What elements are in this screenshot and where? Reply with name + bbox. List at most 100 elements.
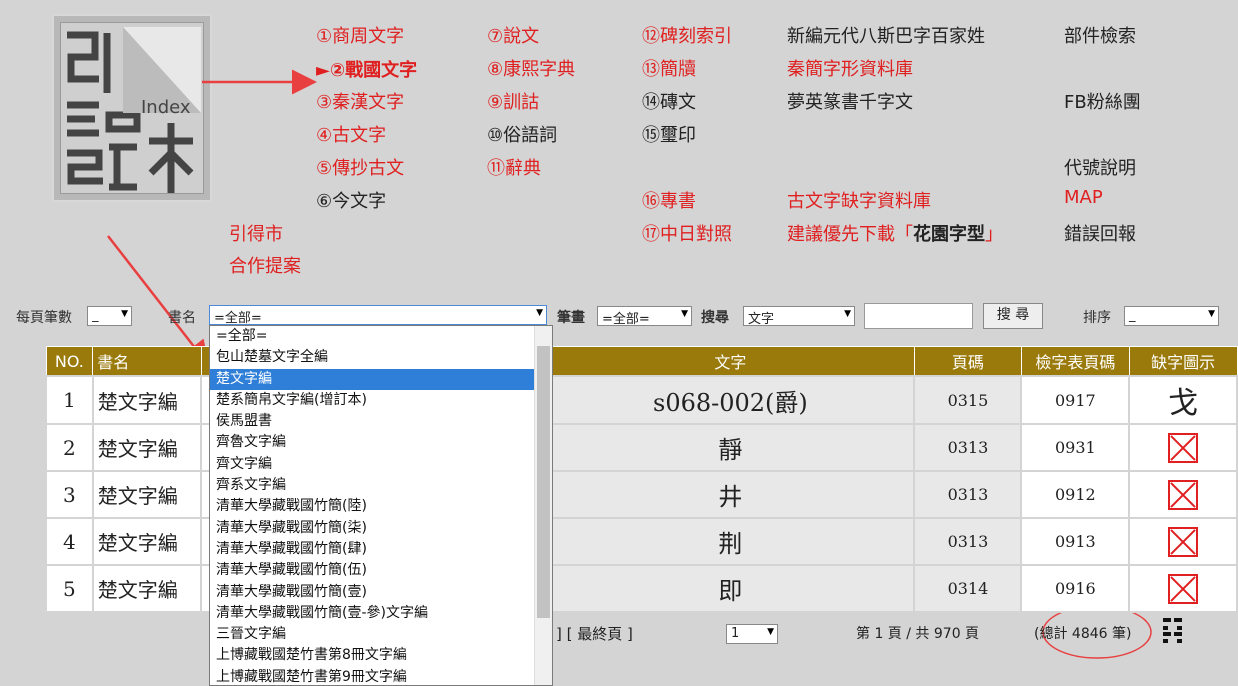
search-type-select[interactable]: 文字 xyxy=(743,306,855,326)
dropdown-option[interactable]: 包山楚墓文字全編 xyxy=(210,347,552,368)
nav-shuowen[interactable]: ⑦說文 xyxy=(487,22,539,48)
dropdown-option[interactable]: 清華大學藏戰國竹簡(壹) xyxy=(210,582,552,603)
page-status: 第 1 頁 / 共 970 頁 xyxy=(856,626,980,642)
col-missing-image: 缺字圖示 xyxy=(1128,346,1238,377)
cell-missing-image: 戈 xyxy=(1128,375,1238,425)
search-button[interactable]: 搜 尋 xyxy=(983,303,1043,329)
cell-page: 0313 xyxy=(913,517,1023,566)
nav-error-report[interactable]: 錯誤回報 xyxy=(1064,220,1136,246)
cell-page: 0313 xyxy=(913,470,1023,519)
cell-no: 3 xyxy=(45,470,94,519)
cell-book: 楚文字編 xyxy=(91,375,203,425)
col-page: 頁碼 xyxy=(913,346,1022,377)
dropdown-option[interactable]: 齊系文字編 xyxy=(210,475,552,496)
dropdown-scrollbar-thumb[interactable] xyxy=(537,346,550,618)
cell-index-page: 0916 xyxy=(1020,564,1131,613)
cell-char: 即 xyxy=(545,564,916,613)
stroke-select[interactable]: =全部= xyxy=(597,306,692,326)
dropdown-option[interactable]: 楚文字編 xyxy=(210,368,552,390)
nav-seals[interactable]: ⑮璽印 xyxy=(642,121,696,147)
cell-index-page: 0912 xyxy=(1020,470,1131,519)
font-download-link[interactable]: 花園字型 xyxy=(913,224,985,245)
nav-brick-script[interactable]: ⑭磚文 xyxy=(642,88,696,114)
dropdown-option[interactable]: 齊文字編 xyxy=(210,454,552,475)
cell-missing-image xyxy=(1128,423,1238,472)
dropdown-option[interactable]: 清華大學藏戰國竹簡(伍) xyxy=(210,560,552,581)
cell-missing-image xyxy=(1128,470,1238,519)
book-label: 書名 xyxy=(168,310,196,326)
dropdown-option[interactable]: 清華大學藏戰國竹簡(壹-參)文字編 xyxy=(210,603,552,624)
nav-monographs[interactable]: ⑯專書 xyxy=(642,187,696,213)
nav-missing-char-database[interactable]: 古文字缺字資料庫 xyxy=(787,187,931,213)
nav-warring-states[interactable]: ►②戰國文字 xyxy=(316,56,417,82)
missing-glyph-icon xyxy=(1168,526,1199,557)
cell-book: 楚文字編 xyxy=(91,470,203,519)
dropdown-scrollbar[interactable] xyxy=(534,326,552,685)
page-select[interactable]: 1 xyxy=(726,624,778,644)
per-page-label: 每頁筆數 xyxy=(16,310,72,326)
sort-label: 排序 xyxy=(1083,310,1111,326)
cell-missing-image xyxy=(1128,517,1238,566)
font-download-notice[interactable]: 建議優先下載「花園字型」 xyxy=(787,220,1003,246)
nav-map[interactable]: MAP xyxy=(1064,187,1103,208)
dropdown-option[interactable]: 清華大學藏戰國竹簡(肆) xyxy=(210,539,552,560)
dropdown-option[interactable]: 上博藏戰國楚竹書第9冊文字編 xyxy=(210,667,552,685)
dropdown-options: =全部= 包山楚墓文字全編 楚文字編 楚系簡帛文字編(增訂本) 侯馬盟書 齊魯文字編 齊文字… xyxy=(210,326,552,685)
last-page-link[interactable]: ] [ 最終頁 ] xyxy=(556,623,633,644)
search-label: 搜尋 xyxy=(701,310,729,326)
nav-code-explanation[interactable]: 代號說明 xyxy=(1064,154,1136,180)
nav-sino-japanese[interactable]: ⑰中日對照 xyxy=(642,220,732,246)
cell-no: 4 xyxy=(45,517,94,566)
cell-no: 2 xyxy=(45,423,94,472)
cell-char: s068-002(爵) xyxy=(545,375,916,425)
missing-glyph-icon xyxy=(1168,479,1199,510)
nav-qin-slip-database[interactable]: 秦簡字形資料庫 xyxy=(787,55,913,81)
dropdown-option[interactable]: =全部= xyxy=(210,326,552,347)
col-book: 書名 xyxy=(92,346,202,377)
nav-colloquial[interactable]: ⑩俗語詞 xyxy=(487,121,557,147)
nav-yindeshi[interactable]: 引得市 xyxy=(229,220,283,246)
cell-page: 0315 xyxy=(913,375,1023,425)
dropdown-option[interactable]: 清華大學藏戰國竹簡(柒) xyxy=(210,518,552,539)
nav-mengying-seal-text[interactable]: 夢英篆書千字文 xyxy=(787,88,913,114)
cell-no: 5 xyxy=(45,564,94,613)
nav-ancient-script[interactable]: ④古文字 xyxy=(316,121,386,147)
dropdown-option[interactable]: 上博藏戰國楚竹書第8冊文字編 xyxy=(210,645,552,666)
nav-dictionary[interactable]: ⑪辭典 xyxy=(487,154,541,180)
nav-cooperation[interactable]: 合作提案 xyxy=(229,252,301,278)
col-no: NO. xyxy=(45,346,94,377)
sort-select[interactable]: _ xyxy=(1124,306,1219,326)
nav-stele-index[interactable]: ⑫碑刻索引 xyxy=(642,22,732,48)
dropdown-option[interactable]: 三晉文字編 xyxy=(210,624,552,645)
cell-page: 0313 xyxy=(913,423,1023,472)
dropdown-option[interactable]: 齊魯文字編 xyxy=(210,432,552,453)
cell-char: 井 xyxy=(545,470,916,519)
grid-view-icon[interactable] xyxy=(1163,618,1183,644)
book-select[interactable]: =全部= xyxy=(209,305,547,325)
dropdown-option[interactable]: 侯馬盟書 xyxy=(210,411,552,432)
nav-shang-zhou[interactable]: ①商周文字 xyxy=(316,22,404,48)
cell-no: 1 xyxy=(45,375,94,425)
cell-book: 楚文字編 xyxy=(91,517,203,566)
cell-char: 靜 xyxy=(545,423,916,472)
total-count: (總計 4846 筆) xyxy=(1034,626,1132,642)
cell-char: 荆 xyxy=(545,517,916,566)
nav-component-search[interactable]: 部件檢索 xyxy=(1064,22,1136,48)
nav-bamboo-slips[interactable]: ⑬簡牘 xyxy=(642,55,696,81)
nav-fb-fans[interactable]: FB粉絲團 xyxy=(1064,88,1141,114)
book-dropdown-list[interactable]: =全部= 包山楚墓文字全編 楚文字編 楚系簡帛文字編(增訂本) 侯馬盟書 齊魯文字編 齊文字… xyxy=(209,325,553,686)
nav-transmitted-ancient[interactable]: ⑤傳抄古文 xyxy=(316,154,404,180)
dropdown-option[interactable]: 清華大學藏戰國竹簡(陸) xyxy=(210,496,552,517)
nav-qin-han[interactable]: ③秦漢文字 xyxy=(316,88,404,114)
nav-kangxi[interactable]: ⑧康熙字典 xyxy=(487,55,575,81)
per-page-select[interactable]: _ xyxy=(87,306,132,326)
search-input[interactable] xyxy=(864,303,973,329)
cell-book: 楚文字編 xyxy=(91,423,203,472)
arrow-to-book-select xyxy=(107,235,210,366)
nav-modern-script[interactable]: ⑥今文字 xyxy=(316,187,386,213)
nav-phags-pa-surnames[interactable]: 新編元代八斯巴字百家姓 xyxy=(787,22,985,48)
dropdown-option[interactable]: 楚系簡帛文字編(增訂本) xyxy=(210,390,552,411)
cell-missing-image xyxy=(1128,564,1238,613)
nav-xungu[interactable]: ⑨訓詁 xyxy=(487,88,539,114)
cell-index-page: 0917 xyxy=(1020,375,1131,425)
